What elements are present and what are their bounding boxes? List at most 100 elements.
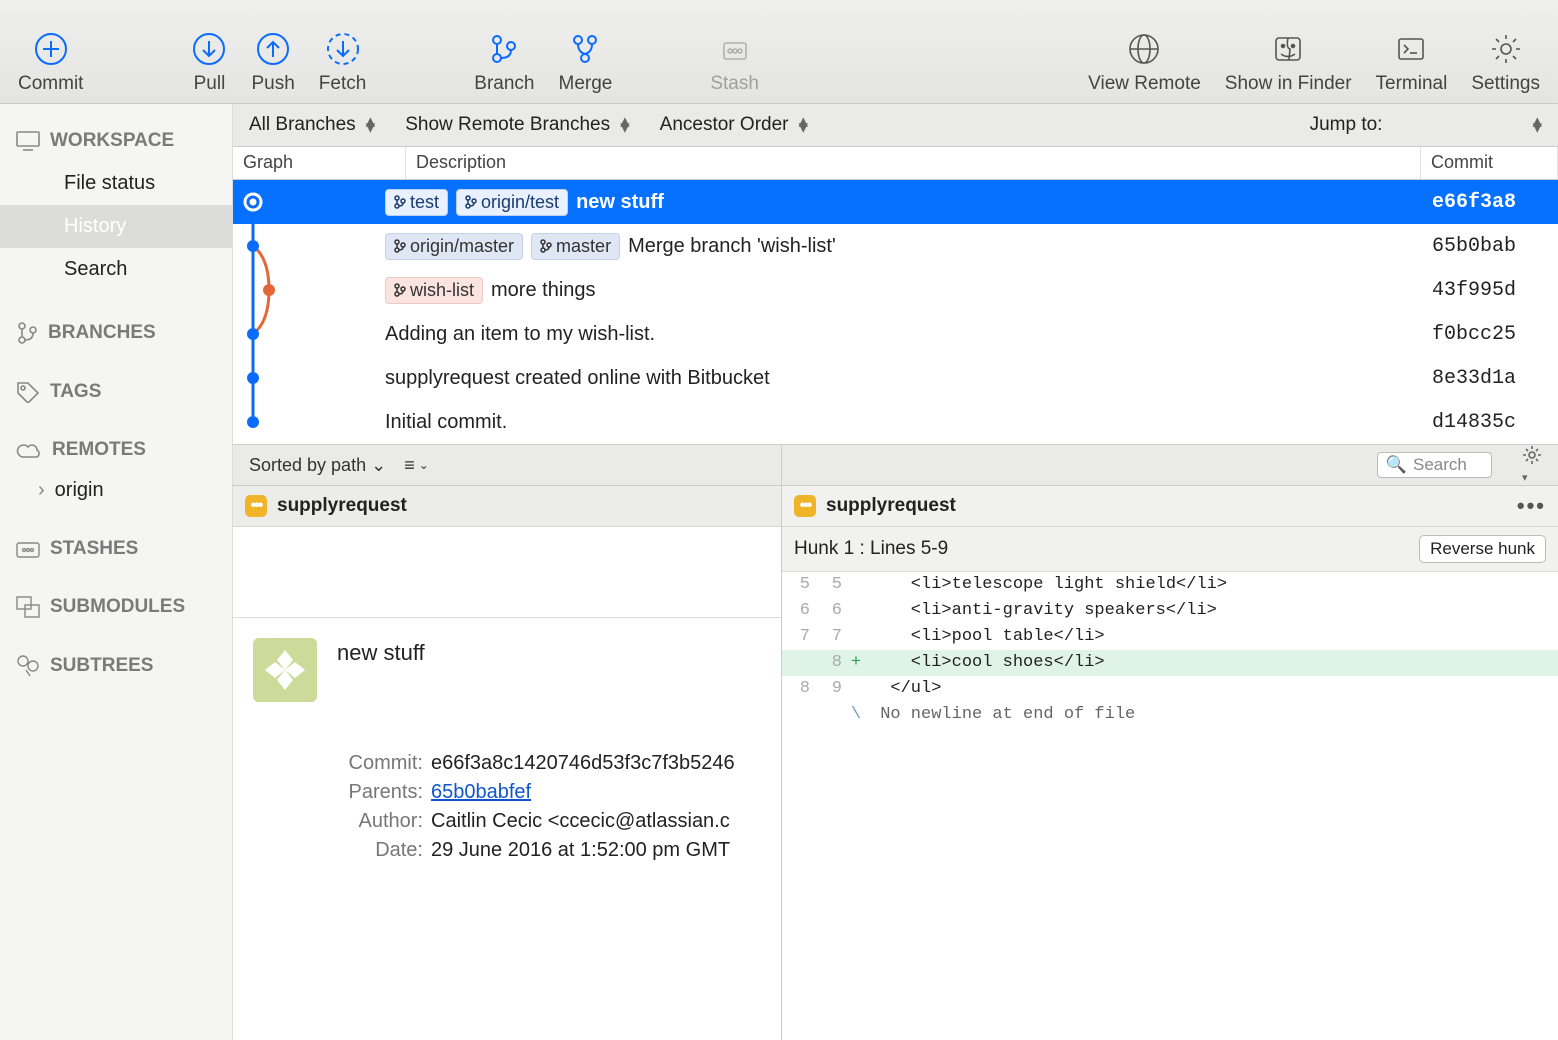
arrow-down-circle-icon bbox=[191, 31, 227, 67]
toolbar-label: Fetch bbox=[319, 73, 367, 95]
toolbar-label: Stash bbox=[710, 73, 759, 95]
subtree-icon bbox=[16, 654, 40, 678]
branch-icon bbox=[486, 31, 522, 67]
commit-message: Adding an item to my wish-list. bbox=[385, 323, 655, 346]
terminal-icon bbox=[1393, 31, 1429, 67]
settings-button[interactable]: Settings bbox=[1471, 31, 1540, 95]
commit-button[interactable]: Commit bbox=[18, 31, 83, 95]
commit-row[interactable]: wish-list more things 43f995d bbox=[233, 268, 1558, 312]
chevron-right-icon: › bbox=[38, 479, 45, 502]
diff-search-input[interactable]: 🔍 Search bbox=[1377, 452, 1492, 478]
sidebar-section-stashes[interactable]: STASHES bbox=[0, 526, 232, 570]
globe-icon bbox=[1126, 31, 1162, 67]
file-header-left[interactable]: ••• supplyrequest bbox=[233, 486, 781, 527]
branches-filter[interactable]: All Branches ▴▾ bbox=[249, 114, 375, 136]
dashed-arrow-down-circle-icon bbox=[325, 31, 361, 67]
diff-line[interactable]: 55 <li>telescope light shield</li> bbox=[782, 572, 1558, 598]
commit-hash: e66f3a8 bbox=[1432, 191, 1558, 214]
toolbar-label: Commit bbox=[18, 73, 83, 95]
branch-tag[interactable]: origin/master bbox=[385, 233, 523, 260]
diff-pane: 🔍 Search ▾ ••• supplyrequest ••• Hunk 1 … bbox=[782, 445, 1558, 1040]
pull-button[interactable]: Pull bbox=[191, 31, 227, 95]
view-remote-button[interactable]: View Remote bbox=[1088, 31, 1201, 95]
branch-tag[interactable]: wish-list bbox=[385, 277, 483, 304]
jump-to[interactable]: Jump to: ▴▾ bbox=[1310, 114, 1542, 136]
stash-button[interactable]: Stash bbox=[710, 31, 759, 95]
col-description[interactable]: Description bbox=[406, 147, 1421, 179]
sort-dropdown[interactable]: Sorted by path ⌄ bbox=[249, 455, 386, 476]
sidebar-section-workspace[interactable]: WORKSPACE bbox=[0, 118, 232, 162]
arrow-up-circle-icon bbox=[255, 31, 291, 67]
diff-settings-button[interactable]: ▾ bbox=[1522, 445, 1542, 486]
toolbar-label: Push bbox=[251, 73, 294, 95]
toolbar-label: Branch bbox=[474, 73, 534, 95]
sidebar-remote-origin[interactable]: › origin bbox=[0, 471, 232, 510]
commit-message: new stuff bbox=[576, 191, 664, 214]
merge-button[interactable]: Merge bbox=[559, 31, 613, 95]
branch-tag[interactable]: master bbox=[531, 233, 620, 260]
branch-glyph-icon bbox=[465, 195, 477, 209]
parent-link[interactable]: 65b0babfef bbox=[431, 781, 531, 803]
col-commit[interactable]: Commit bbox=[1421, 147, 1558, 179]
branch-glyph-icon bbox=[394, 239, 406, 253]
sidebar-section-submodules[interactable]: SUBMODULES bbox=[0, 584, 232, 628]
sidebar-section-remotes[interactable]: REMOTES bbox=[0, 427, 232, 471]
search-icon: 🔍 bbox=[1386, 455, 1407, 475]
merge-icon bbox=[567, 31, 603, 67]
branch-icon bbox=[16, 321, 38, 345]
commit-message: Merge branch 'wish-list' bbox=[628, 235, 836, 258]
submodule-icon bbox=[16, 596, 40, 618]
terminal-button[interactable]: Terminal bbox=[1376, 31, 1448, 95]
sidebar-item-search[interactable]: Search bbox=[0, 248, 232, 291]
col-graph[interactable]: Graph bbox=[233, 147, 406, 179]
chevron-down-icon: ⌄ bbox=[419, 458, 429, 472]
fetch-button[interactable]: Fetch bbox=[319, 31, 367, 95]
sidebar-section-tags[interactable]: TAGS bbox=[0, 369, 232, 413]
commit-row[interactable]: Initial commit.d14835c bbox=[233, 400, 1558, 444]
commit-row[interactable]: origin/master master Merge branch 'wish-li… bbox=[233, 224, 1558, 268]
branch-tag[interactable]: test bbox=[385, 189, 448, 216]
diff-line[interactable]: 77 <li>pool table</li> bbox=[782, 624, 1558, 650]
plus-circle-icon bbox=[33, 31, 69, 67]
branch-button[interactable]: Branch bbox=[474, 31, 534, 95]
stepper-icon: ▴▾ bbox=[1532, 119, 1542, 131]
tag-icon bbox=[16, 381, 40, 403]
monitor-icon bbox=[16, 131, 40, 151]
push-button[interactable]: Push bbox=[251, 31, 294, 95]
view-mode-dropdown[interactable]: ≡ ⌄ bbox=[404, 455, 429, 476]
diff-line[interactable]: 8+ <li>cool shoes</li> bbox=[782, 650, 1558, 676]
gear-icon bbox=[1488, 31, 1524, 67]
sidebar: WORKSPACE File status History Search BRA… bbox=[0, 104, 233, 1040]
diff-line[interactable]: 89 </ul> bbox=[782, 676, 1558, 702]
file-actions-button[interactable]: ••• bbox=[1517, 493, 1546, 519]
commit-row[interactable]: supplyrequest created online with Bitbuc… bbox=[233, 356, 1558, 400]
sidebar-item-file-status[interactable]: File status bbox=[0, 162, 232, 205]
sidebar-item-history[interactable]: History bbox=[0, 205, 232, 248]
sidebar-section-subtrees[interactable]: SUBTREES bbox=[0, 642, 232, 688]
branch-glyph-icon bbox=[394, 283, 406, 297]
value-date: 29 June 2016 at 1:52:00 pm GMT bbox=[431, 839, 730, 862]
file-name: supplyrequest bbox=[826, 495, 956, 517]
commit-row[interactable]: Adding an item to my wish-list.f0bcc25 bbox=[233, 312, 1558, 356]
toolbar-label: Settings bbox=[1471, 73, 1540, 95]
reverse-hunk-button[interactable]: Reverse hunk bbox=[1419, 535, 1546, 563]
diff-content: 55 <li>telescope light shield</li>66 <li… bbox=[782, 572, 1558, 728]
stepper-icon: ▴▾ bbox=[798, 119, 808, 131]
stash-box-icon bbox=[16, 539, 40, 559]
commit-message: supplyrequest created online with Bitbuc… bbox=[385, 367, 770, 390]
order-filter[interactable]: Ancestor Order ▴▾ bbox=[660, 114, 808, 136]
commit-message: more things bbox=[491, 279, 596, 302]
commit-table-header: Graph Description Commit bbox=[233, 147, 1558, 180]
show-in-finder-button[interactable]: Show in Finder bbox=[1225, 31, 1352, 95]
remote-filter[interactable]: Show Remote Branches ▴▾ bbox=[405, 114, 629, 136]
diff-line[interactable]: 66 <li>anti-gravity speakers</li> bbox=[782, 598, 1558, 624]
commit-row[interactable]: test origin/test new stuff e66f3a8 bbox=[233, 180, 1558, 224]
commit-list: test origin/test new stuff e66f3a8 origin/ma… bbox=[233, 180, 1558, 444]
diff-line[interactable]: \ No newline at end of file bbox=[782, 702, 1558, 728]
commit-hash: 43f995d bbox=[1432, 279, 1558, 302]
branch-glyph-icon bbox=[540, 239, 552, 253]
sidebar-section-branches[interactable]: BRANCHES bbox=[0, 309, 232, 355]
file-header-right[interactable]: ••• supplyrequest ••• bbox=[782, 486, 1558, 527]
hunk-label: Hunk 1 : Lines 5-9 bbox=[794, 538, 948, 560]
branch-tag[interactable]: origin/test bbox=[456, 189, 568, 216]
